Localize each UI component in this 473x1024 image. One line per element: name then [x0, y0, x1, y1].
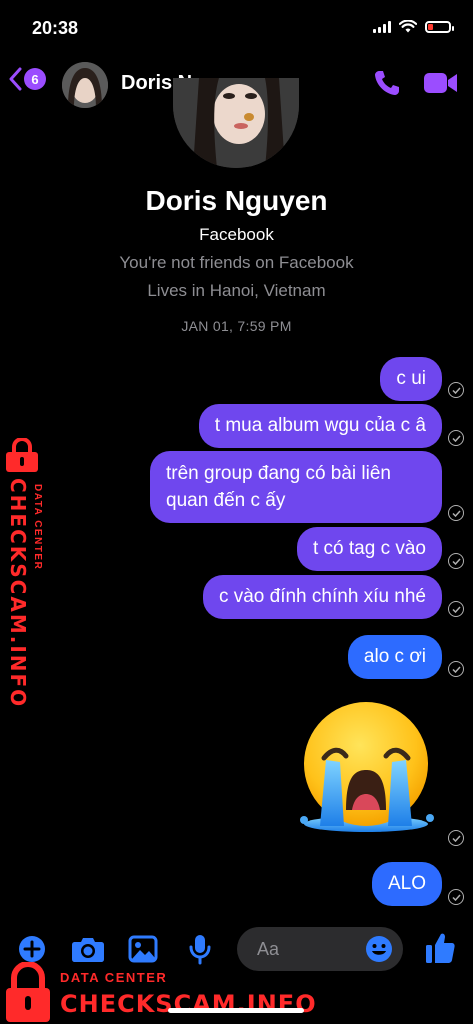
battery-icon: [425, 20, 454, 33]
seen-check-icon: [448, 430, 464, 446]
message-timestamp: JAN 01, 7:59 PM: [181, 318, 292, 334]
watermark-bottom-small: DATA CENTER: [60, 970, 168, 985]
like-button[interactable]: [424, 931, 456, 970]
thumbs-up-icon: [426, 933, 455, 963]
lock-icon: [6, 438, 38, 472]
back-button[interactable]: 6: [8, 67, 46, 91]
avatar[interactable]: [62, 62, 108, 108]
watermark-side: CHECKSCAM.INFO DATA CENTER: [2, 438, 60, 708]
chevron-left-icon: [9, 67, 22, 91]
message-bubble[interactable]: t mua album wgu của c â: [198, 404, 442, 448]
profile-picture: [173, 78, 299, 168]
profile-platform: Facebook: [199, 225, 274, 244]
emoji-icon[interactable]: [365, 935, 393, 963]
message-bubble[interactable]: ALO: [371, 862, 442, 906]
seen-check-icon: [448, 553, 464, 569]
seen-check-icon: [448, 601, 464, 617]
plus-circle-icon: [19, 936, 45, 962]
profile-location: Lives in Hanoi, Vietnam: [147, 281, 326, 300]
phone-icon: [375, 71, 399, 95]
image-icon: [128, 935, 158, 963]
message-bubble[interactable]: trên group đang có bài liên quan đến c ấ…: [150, 451, 442, 523]
message-bubble[interactable]: alo c ơi: [347, 635, 442, 679]
status-icons: [373, 20, 454, 33]
watermark-bottom: DATA CENTER CHECKSCAM.INFO: [4, 960, 316, 1024]
seen-check-icon: [448, 661, 464, 677]
lock-icon: [6, 962, 50, 1022]
seen-check-icon: [448, 889, 464, 905]
video-camera-icon: [424, 73, 457, 93]
seen-check-icon: [448, 830, 464, 846]
home-indicator[interactable]: [168, 1008, 304, 1013]
seen-check-icon: [448, 382, 464, 398]
watermark-side-small: DATA CENTER: [32, 484, 43, 571]
status-time: 20:38: [32, 18, 79, 38]
message-bubble[interactable]: t có tag c vào: [296, 527, 442, 571]
unread-badge: 6: [24, 68, 46, 90]
message-input-placeholder: Aa: [257, 939, 280, 959]
message-bubble[interactable]: c ui: [380, 357, 442, 401]
phone-call-button[interactable]: [372, 68, 402, 103]
camera-icon: [72, 938, 104, 962]
message-bubble[interactable]: c vào đính chính xíu nhé: [202, 575, 442, 619]
watermark-side-big: CHECKSCAM.INFO: [6, 478, 30, 709]
cellular-signal-icon: [373, 20, 391, 33]
friend-status: You're not friends on Facebook: [119, 253, 354, 272]
profile-name: Doris Nguyen: [145, 185, 328, 216]
seen-check-icon: [448, 505, 464, 521]
crying-face-emoji[interactable]: [296, 700, 438, 834]
video-call-button[interactable]: [423, 70, 459, 101]
wifi-icon: [399, 20, 417, 33]
watermark-bottom-big: CHECKSCAM.INFO: [60, 990, 317, 1018]
